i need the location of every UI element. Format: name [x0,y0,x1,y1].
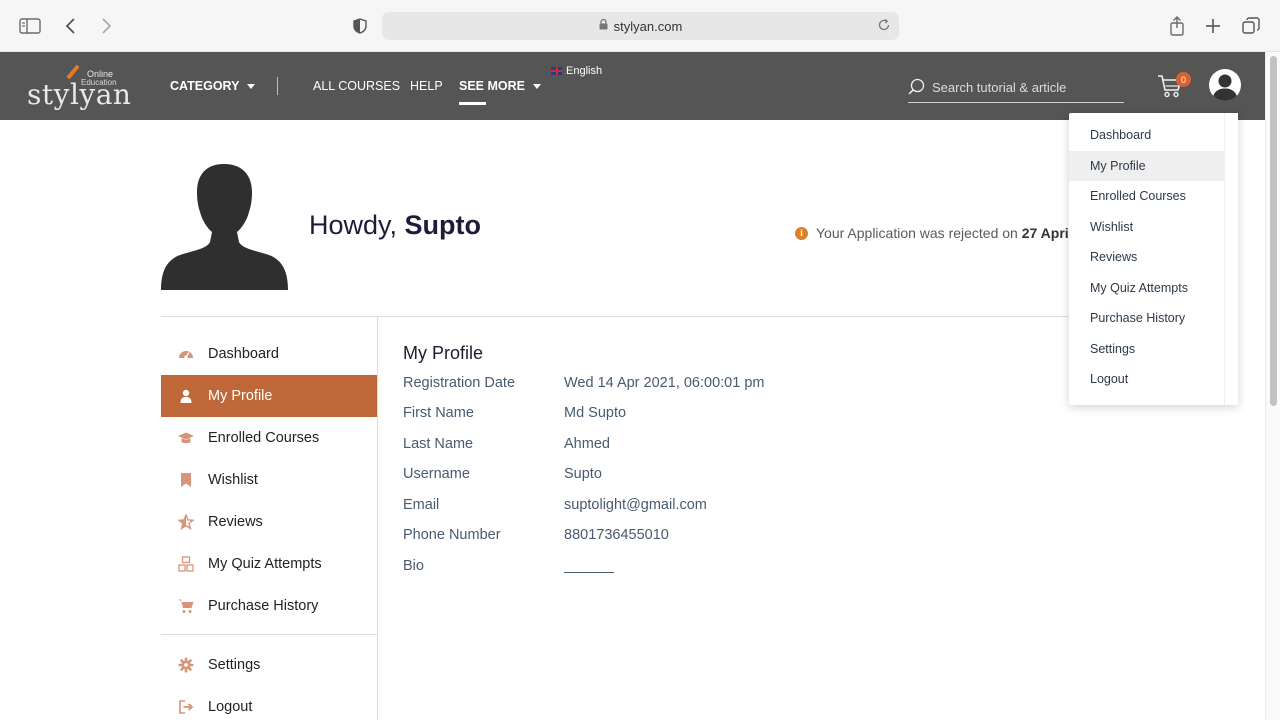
sidebar-item-label: Enrolled Courses [208,430,320,446]
user-avatar[interactable] [1209,69,1241,101]
nav-category[interactable]: CATEGORY [170,79,256,93]
site-header: Online Education stylyan CATEGORY ALL CO… [0,52,1265,120]
profile-avatar [161,162,288,290]
language-label: English [566,65,603,77]
bio-empty-placeholder [564,572,614,573]
sidebar-item-enrolled-courses[interactable]: Enrolled Courses [161,417,377,459]
greeting: Howdy, Supto [309,210,481,241]
sidebar-item-my-quiz-attempts[interactable]: My Quiz Attempts [161,543,377,585]
sidebar-item-reviews[interactable]: Reviews [161,501,377,543]
quiz-icon [178,556,194,572]
cart-icon [178,598,194,614]
page-scrollbar[interactable] [1265,52,1280,720]
forward-icon[interactable] [94,14,118,38]
field-label: Registration Date [403,375,516,391]
chevron-down-icon [247,84,256,90]
gear-icon [178,657,194,673]
dropdown-item-settings[interactable]: Settings [1069,334,1224,364]
dropdown-item-my-quiz-attempts[interactable]: My Quiz Attempts [1069,273,1224,303]
field-value: suptolight@gmail.com [564,497,707,513]
field-label: Username [403,466,470,482]
dropdown-item-enrolled-courses[interactable]: Enrolled Courses [1069,181,1224,211]
site-logo[interactable]: Online Education stylyan [27,64,131,111]
lock-icon [599,18,608,33]
search-input[interactable] [932,79,1122,95]
user-dropdown-menu: Dashboard My Profile Enrolled Courses Wi… [1069,113,1238,405]
dropdown-scrollbar[interactable] [1224,113,1238,405]
sidebar-item-label: Reviews [208,514,263,530]
new-tab-icon[interactable] [1201,14,1225,38]
sidebar-item-dashboard[interactable]: Dashboard [161,333,377,375]
search-box[interactable] [908,72,1124,103]
sidebar-item-logout[interactable]: Logout [161,686,377,720]
share-icon[interactable] [1165,14,1189,38]
dashboard-sidebar: Dashboard My Profile Enrolled Courses Wi… [161,333,377,720]
sidebar-item-label: My Quiz Attempts [208,556,322,572]
sidebar-item-purchase-history[interactable]: Purchase History [161,585,377,627]
dropdown-item-dashboard[interactable]: Dashboard [1069,120,1224,150]
nav-all-courses[interactable]: ALL COURSES [313,79,400,93]
cart-count-badge: 0 [1176,72,1191,87]
sidebar-item-label: Settings [208,657,261,673]
uk-flag-icon [551,67,562,75]
sidebar-item-settings[interactable]: Settings [161,644,377,686]
nav-active-underline [459,102,486,105]
reload-icon[interactable] [877,18,891,35]
field-value: 8801736455010 [564,527,669,543]
page-title: My Profile [403,343,484,363]
sidebar-item-label: Wishlist [208,472,258,488]
field-label: Email [403,497,440,513]
sidebar-item-label: Dashboard [208,346,279,362]
sidebar-item-wishlist[interactable]: Wishlist [161,459,377,501]
notice-text: Your Application was rejected on [816,225,1018,241]
scrollbar-thumb[interactable] [1270,56,1277,406]
logo-wordmark: stylyan [27,78,132,111]
sidebar-border [377,317,378,720]
language-selector[interactable]: English [551,65,602,77]
browser-toolbar: stylyan.com [0,0,1280,52]
dropdown-item-logout[interactable]: Logout [1069,364,1224,394]
shield-icon[interactable] [348,14,372,38]
search-icon[interactable] [908,78,925,100]
field-label: Phone Number [403,527,501,543]
bookmark-icon [178,472,194,488]
sidebar-item-my-profile[interactable]: My Profile [161,375,377,417]
dropdown-item-wishlist[interactable]: Wishlist [1069,212,1224,242]
field-label: Last Name [403,436,474,452]
url-text: stylyan.com [613,18,683,34]
nav-see-more-label: SEE MORE [459,79,525,93]
greeting-prefix: Howdy, [309,210,398,240]
field-value: Md Supto [564,405,627,421]
greeting-user-name: Supto [404,210,482,240]
sidebar-toggle-icon[interactable] [18,14,42,38]
application-notice: i Your Application was rejected on 27 Ap… [795,225,1076,241]
chevron-down-icon [533,84,541,90]
back-icon[interactable] [59,14,83,38]
nav-help[interactable]: HELP [410,79,443,93]
field-label: First Name [403,405,474,421]
field-value: Ahmed [564,436,610,452]
divider [161,316,1071,317]
graduation-cap-icon [178,430,194,446]
dashboard-icon [178,346,194,362]
nav-see-more[interactable]: SEE MORE [459,79,541,93]
sidebar-divider [161,634,377,635]
field-value: Wed 14 Apr 2021, 06:00:01 pm [564,375,765,391]
star-icon [177,513,195,531]
info-icon: i [795,226,808,240]
dropdown-item-purchase-history[interactable]: Purchase History [1069,303,1224,333]
nav-divider [277,77,278,95]
nav-category-label: CATEGORY [170,79,240,93]
field-label: Bio [403,558,424,574]
sidebar-item-label: Logout [208,699,253,715]
address-bar[interactable]: stylyan.com [382,12,899,40]
field-value: Supto [564,466,602,482]
user-icon [178,388,194,404]
sidebar-item-label: My Profile [208,388,273,404]
dropdown-item-reviews[interactable]: Reviews [1069,242,1224,272]
tabs-icon[interactable] [1239,14,1263,38]
sidebar-item-label: Purchase History [208,598,319,614]
dropdown-item-my-profile[interactable]: My Profile [1069,151,1224,181]
logout-icon [178,699,194,715]
